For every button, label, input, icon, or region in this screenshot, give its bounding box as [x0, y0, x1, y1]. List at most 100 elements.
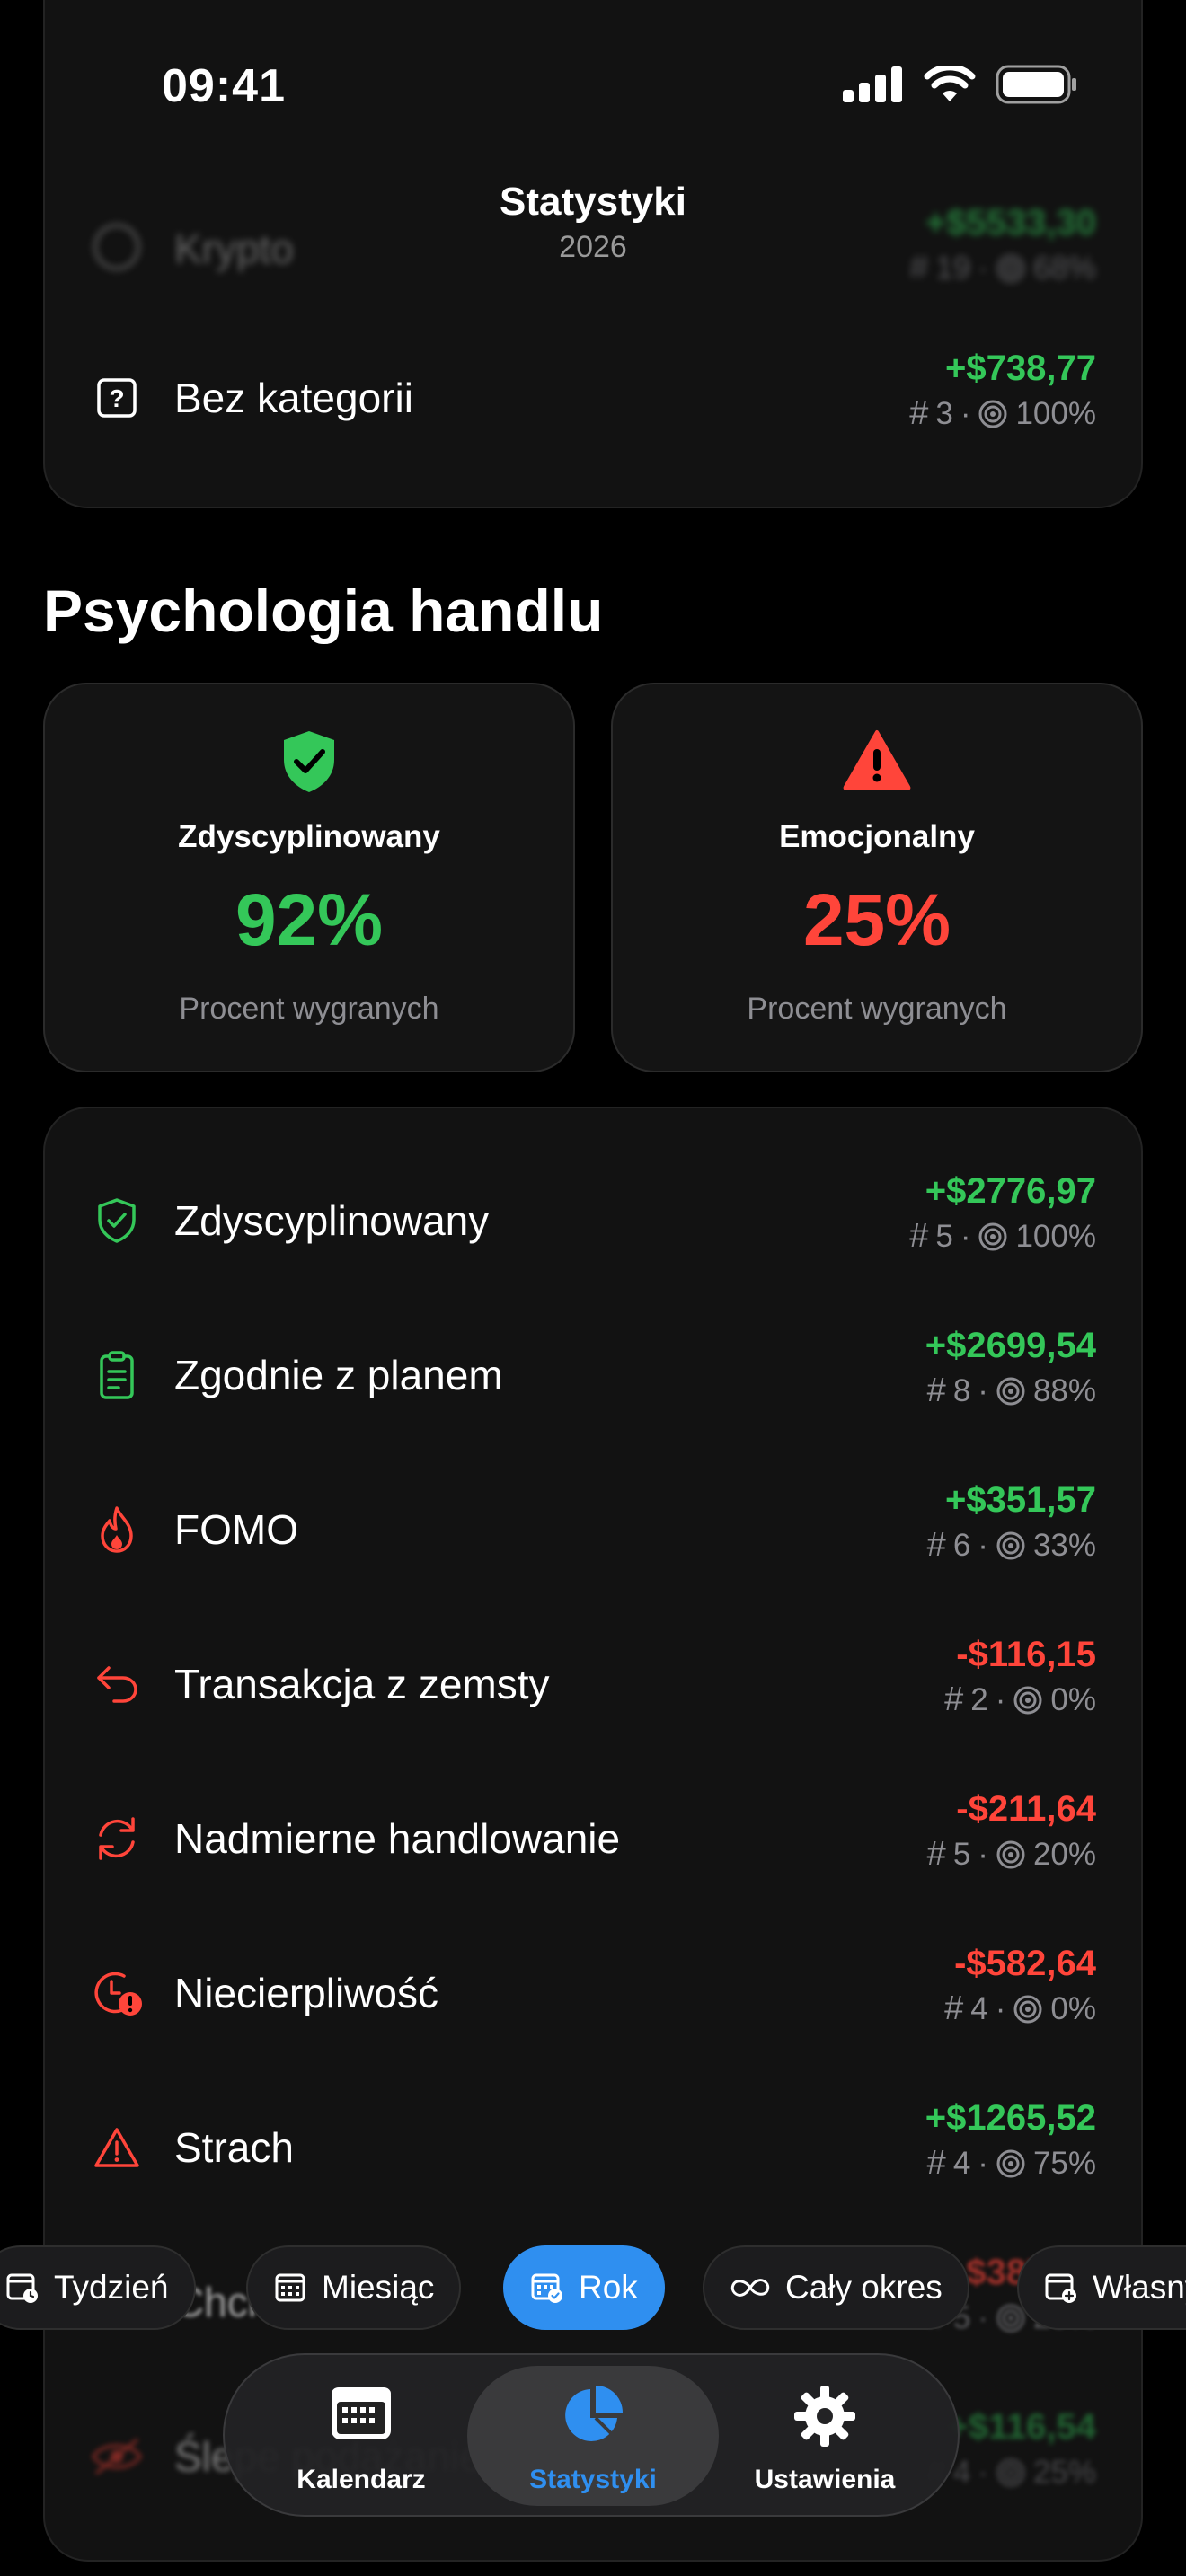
shield-check-icon — [45, 729, 573, 794]
target-icon — [978, 400, 1007, 428]
win-rate: 0% — [1050, 1681, 1096, 1717]
tab-statistics[interactable]: Statystyki — [467, 2366, 719, 2506]
psychology-row[interactable]: Strach +$1265,52 # 4 · 75% — [90, 2098, 1096, 2197]
period-month-button[interactable]: Miesiąc — [246, 2245, 462, 2330]
calendar-icon — [235, 2384, 487, 2441]
trade-count: 4 — [952, 2145, 971, 2181]
hash-icon: # — [926, 1526, 946, 1564]
tab-calendar[interactable]: Kalendarz — [235, 2366, 487, 2506]
row-amount: +$2776,97 — [925, 1171, 1096, 1211]
page-header: Statystyki 2026 — [0, 180, 1186, 265]
row-stats: +$1265,52 # 4 · 75% — [925, 2098, 1096, 2183]
row-label: Niecierpliwość — [174, 1970, 438, 2016]
hash-icon: # — [944, 1681, 964, 1718]
undo-arrow-icon — [90, 1657, 144, 1711]
row-stats: -$116,15 # 2 · 0% — [944, 1635, 1096, 1719]
trade-count: 5 — [935, 1218, 953, 1254]
page-title: Statystyki — [500, 180, 686, 224]
target-icon — [996, 2458, 1025, 2486]
question-square-icon: ? — [90, 371, 144, 425]
trade-count: 2 — [970, 1681, 988, 1717]
warning-triangle-icon — [90, 2121, 144, 2175]
row-amount: +$1265,52 — [925, 2098, 1096, 2138]
calendar-grid-icon — [275, 2273, 305, 2302]
period-label: Rok — [579, 2269, 638, 2306]
stat-subtitle: Procent wygranych — [179, 992, 439, 1026]
row-label: Strach — [174, 2124, 294, 2171]
tab-label: Statystyki — [529, 2465, 657, 2494]
row-meta: # 5 · 20% — [926, 1835, 1096, 1873]
psychology-row[interactable]: Nadmierne handlowanie -$211,64 # 5 · 20% — [90, 1789, 1096, 1888]
battery-icon — [996, 65, 1076, 104]
flame-icon — [90, 1503, 144, 1557]
win-rate: 75% — [1032, 2145, 1096, 2181]
cycle-arrows-icon — [90, 1812, 144, 1866]
psychology-row[interactable]: Niecierpliwość -$582,64 # 4 · 0% — [90, 1944, 1096, 2042]
tab-bar: Kalendarz Statystyki Ustawienia — [223, 2353, 960, 2517]
page-year: 2026 — [559, 230, 627, 264]
row-label: Zgodnie z planem — [174, 1352, 503, 1398]
period-label: Cały okres — [785, 2269, 943, 2306]
stat-value: 92% — [235, 879, 384, 961]
row-meta: # 2 · 0% — [944, 1681, 1096, 1718]
win-rate: 20% — [1032, 1836, 1096, 1872]
period-week-button[interactable]: Tydzień — [0, 2245, 196, 2330]
row-label: FOMO — [174, 1506, 298, 1553]
stat-label: Zdyscyplinowany — [178, 819, 440, 854]
calendar-clock-icon — [6, 2273, 38, 2303]
win-rate: 88% — [1032, 1372, 1096, 1408]
psychology-row[interactable]: Transakcja z zemsty -$116,15 # 2 · 0% — [90, 1635, 1096, 1734]
row-meta: # 5 · 100% — [909, 1217, 1096, 1255]
svg-text:?: ? — [109, 384, 124, 412]
category-label: Bez kategorii — [174, 375, 413, 421]
target-icon — [996, 1531, 1025, 1559]
tab-label: Kalendarz — [296, 2465, 426, 2494]
category-amount: +$738,77 — [945, 348, 1096, 388]
period-label: Tydzień — [54, 2269, 169, 2306]
stat-value: 25% — [802, 879, 951, 961]
row-stats: -$211,64 # 5 · 20% — [927, 1789, 1096, 1874]
row-meta: # 6 · 33% — [926, 1526, 1096, 1564]
period-label: Miesiąc — [322, 2269, 435, 2306]
psychology-row[interactable]: Zdyscyplinowany +$2776,97 # 5 · 100% — [90, 1171, 1096, 1270]
stat-card-disciplined[interactable]: Zdyscyplinowany 92% Procent wygranych — [43, 683, 575, 1072]
trade-count: 3 — [935, 395, 953, 431]
period-filter: Tydzień Miesiąc Rok Cały okres Własny — [0, 2245, 1186, 2330]
hash-icon: # — [909, 394, 929, 432]
status-icons — [843, 65, 1078, 104]
pie-chart-icon — [467, 2384, 719, 2447]
stat-card-emotional[interactable]: Emocjonalny 25% Procent wygranych — [611, 683, 1143, 1072]
hash-icon: # — [944, 1989, 964, 2027]
category-stats: +$738,77 # 3 · 100% — [909, 348, 1096, 433]
tab-settings[interactable]: Ustawienia — [699, 2366, 951, 2506]
win-rate: 100% — [1015, 1218, 1096, 1254]
target-icon — [996, 1377, 1025, 1405]
target-icon — [1013, 1686, 1042, 1714]
period-label: Własny — [1093, 2269, 1186, 2306]
win-rate: 100% — [1015, 395, 1096, 431]
row-amount: +$2699,54 — [925, 1326, 1096, 1365]
category-row-uncategorized[interactable]: ? Bez kategorii +$738,77 # 3 · 100% — [90, 348, 1096, 447]
hash-icon: # — [909, 1217, 929, 1255]
win-rate: 25% — [1032, 2454, 1096, 2490]
row-amount: -$211,64 — [956, 1789, 1096, 1829]
tab-label: Ustawienia — [754, 2465, 896, 2494]
hash-icon: # — [926, 1372, 946, 1409]
row-meta: # 4 · 75% — [926, 2144, 1096, 2182]
calendar-check-icon — [531, 2273, 562, 2303]
target-icon — [1013, 1995, 1042, 2023]
psychology-list-card: Zdyscyplinowany +$2776,97 # 5 · 100% Zgo… — [43, 1107, 1143, 2562]
row-stats: +$2699,54 # 8 · 88% — [925, 1326, 1096, 1410]
cellular-signal-icon — [843, 66, 902, 102]
category-meta: # 3 · 100% — [909, 394, 1096, 432]
psychology-row[interactable]: Zgodnie z planem +$2699,54 # 8 · 88% — [90, 1326, 1096, 1425]
period-year-button[interactable]: Rok — [503, 2245, 665, 2330]
target-icon — [996, 1840, 1025, 1868]
period-custom-button[interactable]: Własny — [1017, 2245, 1186, 2330]
shield-check-icon — [90, 1194, 144, 1248]
period-all-time-button[interactable]: Cały okres — [703, 2245, 969, 2330]
row-label: Nadmierne handlowanie — [174, 1815, 621, 1862]
clipboard-icon — [90, 1348, 144, 1402]
psychology-row[interactable]: FOMO +$351,57 # 6 · 33% — [90, 1480, 1096, 1579]
row-stats: -$582,64 # 4 · 0% — [944, 1944, 1096, 2028]
